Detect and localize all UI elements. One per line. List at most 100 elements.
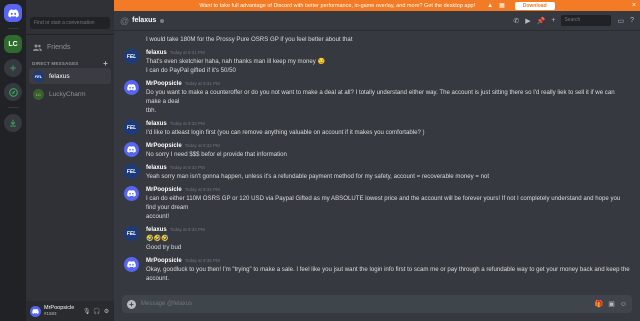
server-icon[interactable]: LC (4, 35, 22, 53)
discord-logo-icon (127, 84, 136, 91)
avatar[interactable] (124, 80, 139, 95)
add-server-icon[interactable]: + (4, 59, 22, 77)
home-button[interactable] (4, 4, 22, 22)
search-input[interactable]: Search (561, 15, 612, 26)
message-timestamp: Today at 9:32 PM (169, 121, 205, 126)
desktop-app-banner: Want to take full advantage of Discord w… (114, 0, 640, 11)
download-icon (10, 119, 16, 127)
message: MrPoopsicle Today at 9:34 PM I can do eith… (114, 185, 640, 221)
mute-icon[interactable]: 🎙 (83, 308, 91, 315)
android-icon: ▲ (487, 2, 494, 9)
avatar[interactable]: FEL (124, 120, 139, 135)
avatar[interactable]: FEL (124, 49, 139, 64)
message: FEL felaxus Today at 9:33 PM Yeah sorry man… (114, 163, 640, 181)
message-text: account! (146, 213, 170, 220)
create-dm-icon[interactable]: + (103, 60, 108, 68)
user-avatar[interactable] (30, 305, 41, 317)
gif-icon[interactable]: ▣ (608, 300, 615, 308)
pin-icon[interactable]: 📌 (537, 17, 546, 25)
message-text: Okay, goodluck to you then! I'm "trying"… (146, 266, 630, 282)
avatar: FEL (33, 70, 44, 82)
message-list: I would take 180M for the Prossy Pure OS… (114, 31, 640, 293)
discord-logo-icon (7, 8, 19, 17)
download-button[interactable]: Download (514, 1, 555, 10)
message: I would take 180M for the Prossy Pure OS… (114, 34, 640, 44)
explore-servers-icon[interactable] (4, 83, 22, 101)
headphones-icon[interactable]: 🎧 (93, 308, 100, 315)
banner-text: Want to take full advantage of Discord w… (199, 2, 476, 9)
message-text: I can do either 110M OSRS GP or 120 USD … (146, 195, 621, 211)
avatar: LC (33, 88, 44, 100)
avatar[interactable] (124, 142, 139, 157)
dm-sidebar: Find or start a conversation Friends DIR… (26, 0, 114, 321)
message-text: 🤣🤣🤣 (146, 235, 169, 242)
message-author[interactable]: MrPoopsicle (146, 143, 182, 149)
channel-title: felaxus (132, 17, 157, 24)
avatar[interactable]: FEL (124, 226, 139, 241)
settings-icon[interactable]: ⚙ (103, 308, 110, 315)
attach-button[interactable]: + (127, 299, 136, 309)
dm-item-felaxus[interactable]: FEL felaxus (29, 68, 111, 84)
add-friend-icon[interactable]: + (551, 17, 555, 24)
dm-header-label: DIRECT MESSAGES (32, 61, 79, 66)
video-icon[interactable]: ▶ (525, 17, 530, 25)
message-author[interactable]: felaxus (146, 121, 167, 127)
friends-icon (33, 44, 42, 51)
message-timestamp: Today at 9:35 PM (184, 258, 220, 263)
message-text: tbh. (146, 107, 157, 114)
status-indicator (160, 18, 165, 23)
avatar[interactable]: FEL (124, 164, 139, 179)
gift-icon[interactable]: 🎁 (595, 300, 604, 308)
user-names: MrPoopsicle #1583 (44, 305, 80, 317)
friends-label: Friends (47, 43, 71, 51)
discord-logo-icon (127, 190, 136, 197)
at-icon: @ (120, 15, 130, 26)
message: MrPoopsicle Today at 9:32 PM No sorry I ne… (114, 141, 640, 159)
message-author[interactable]: felaxus (146, 227, 167, 233)
dm-name: LuckyCharm (49, 90, 86, 98)
rail-separator (8, 107, 18, 108)
message-input[interactable]: Message @felaxus (141, 301, 590, 307)
message-timestamp: Today at 9:31 PM (184, 81, 220, 86)
header-toolbar: ✆ ▶ 📌 + Search ▭ ? (513, 15, 634, 26)
close-icon[interactable]: × (632, 2, 636, 9)
message-text: No sorry I need $$$ befor el provide tha… (146, 151, 287, 158)
discord-logo-icon (127, 146, 136, 153)
dm-header: DIRECT MESSAGES + (26, 60, 114, 68)
inbox-icon[interactable]: ▭ (617, 17, 624, 25)
message: MrPoopsicle Today at 9:35 PM Okay, goodluc… (114, 256, 640, 283)
message-gap (114, 283, 640, 287)
message-author[interactable]: MrPoopsicle (146, 187, 182, 193)
avatar[interactable] (124, 186, 139, 201)
message-timestamp: Today at 9:34 PM (184, 187, 220, 192)
download-apps-icon[interactable] (4, 114, 22, 132)
message: MrPoopsicle Today at 9:31 PM Do you want t… (114, 79, 640, 115)
main-area: Want to take full advantage of Discord w… (114, 0, 640, 321)
find-conversation-input[interactable]: Find or start a conversation (30, 17, 110, 29)
discord-logo-icon (127, 261, 136, 268)
server-rail: LC + (0, 0, 26, 321)
message-timestamp: Today at 9:31 PM (169, 50, 205, 55)
help-icon[interactable]: ? (630, 17, 634, 24)
message-text: I can do PayPal gifted if it's 50/50 (146, 67, 236, 74)
message-text: Yeah sorry man isn't gonna happen, unles… (146, 173, 490, 180)
message-author[interactable]: felaxus (146, 165, 167, 171)
message-composer: + Message @felaxus 🎁 ▣ ☺ (122, 295, 632, 313)
user-tag: #1583 (44, 311, 57, 316)
message-author[interactable]: MrPoopsicle (146, 258, 182, 264)
compass-icon (8, 87, 18, 97)
message-text: I would take 180M for the Prossy Pure OS… (146, 36, 353, 43)
message-text: I'd like to atleast login first (you can… (146, 129, 425, 136)
emoji-picker-icon[interactable]: ☺ (620, 301, 627, 308)
message-author[interactable]: felaxus (146, 50, 167, 56)
avatar[interactable] (124, 257, 139, 272)
friends-nav[interactable]: Friends (26, 39, 114, 55)
discord-logo-icon (32, 308, 39, 314)
call-icon[interactable]: ✆ (513, 17, 519, 25)
user-panel: MrPoopsicle #1583 🎙 🎧 ⚙ (26, 301, 114, 321)
message-author[interactable]: MrPoopsicle (146, 81, 182, 87)
dm-item-luckycharm[interactable]: LC LuckyCharm (29, 86, 111, 102)
chat-header: @ felaxus ✆ ▶ 📌 + Search ▭ ? (114, 11, 640, 31)
message: FEL felaxus Today at 9:31 PM That's even sk… (114, 48, 640, 75)
windows-icon: ▦ (499, 3, 505, 9)
